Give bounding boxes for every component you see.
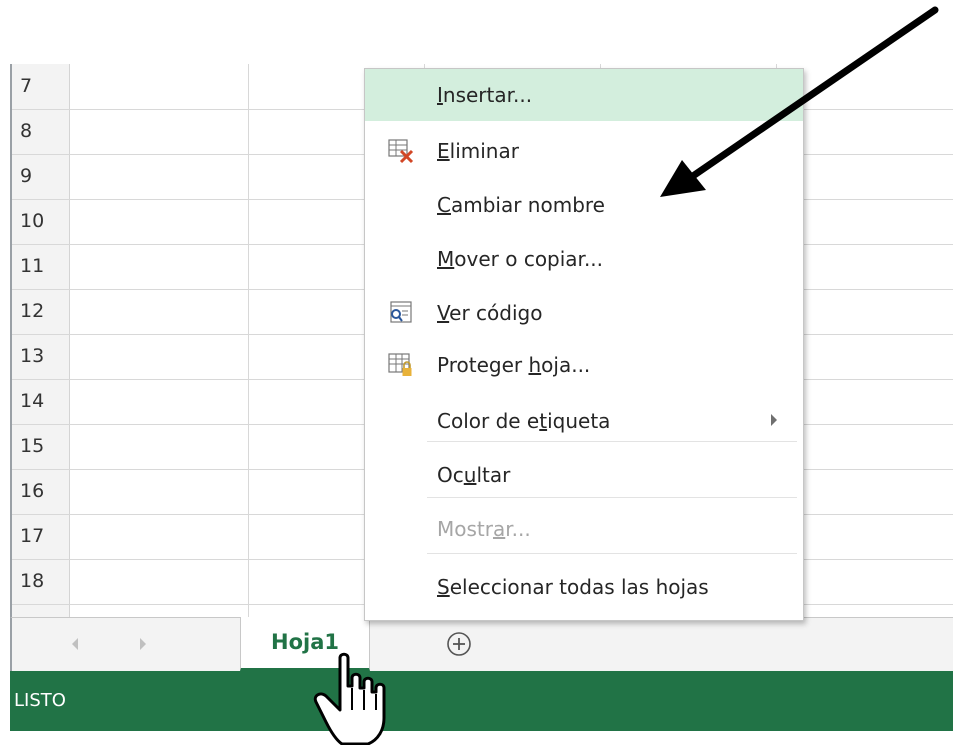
sheet-tab-hoja1[interactable]: Hoja1 [240,617,370,671]
row-number[interactable]: 9 [12,154,69,199]
menu-separator [427,497,797,498]
menu-item-label: Seleccionar todas las hojas [437,575,709,599]
view-code-icon [387,299,415,327]
row-number[interactable]: 12 [12,289,69,334]
menu-item-label: Cambiar nombre [437,193,605,217]
sheet-tab-bar: Hoja1 [10,617,953,671]
menu-item-label: Ver código [437,301,543,325]
row-number[interactable]: 10 [12,199,69,244]
menu-item-mover-o-copiar[interactable]: Mover o copiar... [365,233,803,285]
menu-item-proteger-hoja[interactable]: Proteger hoja... [365,339,803,391]
menu-item-mostrar: Mostrar... [365,503,803,555]
row-number[interactable]: 17 [12,514,69,559]
menu-item-label: Color de etiqueta [437,409,611,433]
row-number[interactable]: 11 [12,244,69,289]
delete-sheet-icon [387,137,415,165]
status-text: LISTO [14,690,66,711]
row-number[interactable]: 8 [12,109,69,154]
scroll-right-icon[interactable] [140,638,146,650]
row-number[interactable]: 7 [12,64,69,109]
menu-item-ver-codigo[interactable]: Ver código [365,287,803,339]
add-sheet-icon[interactable] [446,631,472,657]
row-number[interactable]: 14 [12,379,69,424]
menu-item-insertar[interactable]: Insertar... [365,69,803,121]
menu-item-label: Ocultar [437,463,511,487]
menu-item-label: Mover o copiar... [437,247,604,271]
sheet-tab-label: Hoja1 [271,630,339,654]
scroll-left-icon[interactable] [72,638,78,650]
menu-item-seleccionar-todas-las-hojas[interactable]: Seleccionar todas las hojas [365,561,803,613]
menu-item-label: Insertar... [437,83,533,107]
status-bar: LISTO [10,671,953,731]
menu-item-label: Eliminar [437,139,519,163]
menu-item-label: Proteger hoja... [437,353,591,377]
menu-item-eliminar[interactable]: Eliminar [365,125,803,177]
menu-item-label: Mostrar... [437,517,531,541]
row-number[interactable]: 15 [12,424,69,469]
menu-item-color-de-etiqueta[interactable]: Color de etiqueta [365,395,803,447]
protect-sheet-icon [387,351,415,379]
menu-item-ocultar[interactable]: Ocultar [365,449,803,501]
sheet-context-menu: Insertar... Eliminar Cambiar nombre Mover o… [364,68,804,621]
row-number[interactable]: 16 [12,469,69,514]
row-number[interactable]: 13 [12,334,69,379]
menu-item-cambiar-nombre[interactable]: Cambiar nombre [365,179,803,231]
submenu-arrow-icon [771,414,777,426]
row-number[interactable]: 18 [12,559,69,604]
menu-separator [427,553,797,554]
